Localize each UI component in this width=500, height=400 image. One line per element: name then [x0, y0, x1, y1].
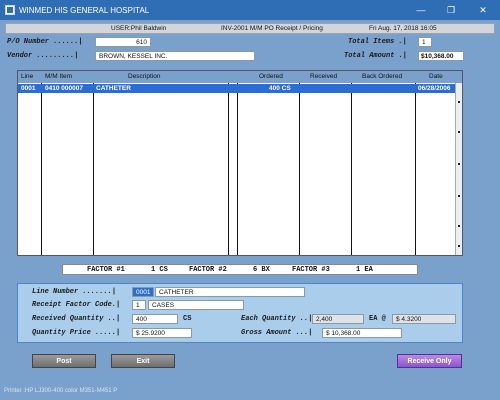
col-date[interactable]: Date: [429, 73, 443, 80]
line-number-field[interactable]: 0001: [132, 287, 154, 297]
gross-amount-field: $ 10,368.00: [322, 328, 402, 338]
qty-price-label: Quantity Price .....|: [32, 329, 121, 337]
cell-item: 0410 000007: [45, 85, 83, 92]
factor-summary: FACTOR #1 1 CS FACTOR #2 6 BX FACTOR #3 …: [62, 264, 418, 275]
col-back-ordered[interactable]: Back Ordered: [362, 73, 402, 80]
app-icon: [5, 5, 15, 15]
user-label: USER:Phil Baldwin: [111, 25, 167, 32]
table-header: Line M/M Item Description Ordered Receiv…: [18, 71, 462, 83]
factor2-label: FACTOR #2: [189, 266, 227, 274]
receipt-factor-label: Receipt Factor Code.|: [32, 301, 121, 309]
each-qty-field: 2,400: [312, 314, 364, 324]
total-amount-field: $10,368.00: [418, 51, 464, 61]
cell-date: 06/28/2006: [418, 85, 451, 92]
each-qty-label: Each Quantity ..|: [241, 315, 313, 323]
column-divider: [41, 83, 42, 255]
receive-only-button[interactable]: Receive Only: [397, 354, 462, 368]
table-scrollbar[interactable]: [455, 83, 462, 255]
maximize-icon[interactable]: ❐: [436, 0, 466, 20]
col-line[interactable]: Line: [21, 73, 33, 80]
close-icon[interactable]: ✕: [466, 0, 500, 20]
line-number-label: Line Number .......|: [32, 288, 117, 296]
cell-line: 0001: [21, 85, 36, 92]
gross-amount-label: Gross Amount ...|: [241, 329, 313, 337]
each-unit-label: EA @: [369, 315, 386, 323]
column-divider: [228, 83, 229, 255]
factor1-value: 1 CS: [151, 266, 168, 274]
column-divider: [93, 83, 94, 255]
vendor-label: Vendor .........|: [7, 52, 79, 60]
vendor-field[interactable]: BROWN, KESSEL INC.: [95, 51, 255, 61]
receipt-factor-field[interactable]: 1: [132, 300, 146, 310]
qty-price-field[interactable]: $ 25.9200: [132, 328, 192, 338]
factor3-value: 1 EA: [356, 266, 373, 274]
col-received[interactable]: Received: [310, 73, 337, 80]
post-button[interactable]: Post: [32, 354, 96, 368]
line-description-field: CATHETER: [155, 287, 305, 297]
received-qty-label: Received Quantity ..|: [32, 315, 121, 323]
session-header: USER:Phil Baldwin INV-2001 M/M PO Receip…: [5, 23, 495, 34]
line-detail-panel: Line Number .......| 0001 CATHETER Recei…: [17, 283, 463, 343]
col-ordered[interactable]: Ordered: [259, 73, 283, 80]
col-item[interactable]: M/M Item: [45, 73, 72, 80]
factor1-label: FACTOR #1: [87, 266, 125, 274]
screen-label: INV-2001 M/M PO Receipt / Pricing: [221, 25, 323, 32]
printer-status: Printer :HP LJ300-400 color M351-M451 P: [4, 388, 118, 394]
column-divider: [237, 83, 238, 255]
datetime-label: Fri Aug. 17, 2018 16:05: [369, 25, 437, 32]
cell-ordered: 400 CS: [269, 85, 291, 92]
col-description[interactable]: Description: [128, 73, 161, 80]
total-amount-label: Total Amount .|: [344, 52, 408, 60]
exit-button[interactable]: Exit: [111, 354, 175, 368]
app-window: WINMED HIS GENERAL HOSPITAL — ❐ ✕ USER:P…: [0, 0, 500, 400]
received-qty-field[interactable]: 400: [132, 314, 178, 324]
po-number-field[interactable]: 610: [95, 37, 151, 47]
table-row-selected[interactable]: 0001 0410 000007 CATHETER 400 CS 06/28/2…: [18, 84, 462, 93]
po-number-label: P/O Number ......|: [7, 38, 83, 46]
cell-description: CATHETER: [96, 85, 131, 92]
column-divider: [415, 83, 416, 255]
total-items-field: 1: [418, 37, 432, 47]
total-items-label: Total Items .|: [348, 38, 407, 46]
received-qty-unit: CS: [183, 315, 192, 323]
line-items-table[interactable]: Line M/M Item Description Ordered Receiv…: [17, 70, 463, 256]
factor2-value: 6 BX: [253, 266, 270, 274]
receipt-factor-desc: CASES: [148, 300, 244, 310]
column-divider: [351, 83, 352, 255]
title-bar: WINMED HIS GENERAL HOSPITAL — ❐ ✕: [0, 0, 500, 20]
each-price-field: $ 4.3200: [392, 314, 456, 324]
window-title: WINMED HIS GENERAL HOSPITAL: [19, 5, 150, 15]
minimize-icon[interactable]: —: [406, 0, 436, 20]
factor3-label: FACTOR #3: [292, 266, 330, 274]
column-divider: [299, 83, 300, 255]
